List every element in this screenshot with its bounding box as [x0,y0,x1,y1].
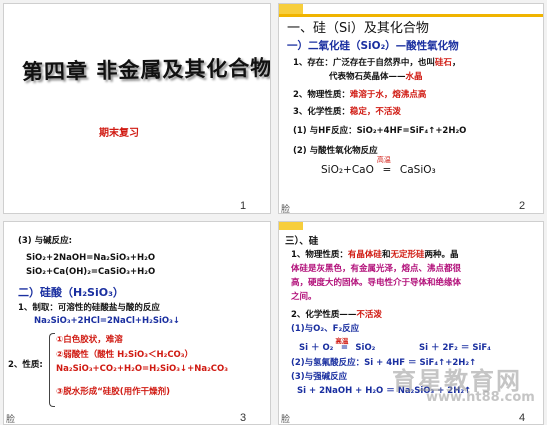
slide3-brace [49,333,55,407]
slide4-line-9: (3)与强碱反应 [291,372,348,382]
slide2-line-2: 2、物理性质：难溶于水，熔沸点高 [293,90,427,100]
slide4-notes-icon[interactable]: 脸 [281,412,290,424]
slide2-equation-condition: 高温 [376,156,391,164]
slide2-line-4: (1) 与HF反应：SiO₂+4HF=SiF₄↑+2H₂O [293,126,467,136]
slide2-line-3: 3、化学性质：稳定，不活泼 [293,107,401,117]
slide4-line-3: 高，硬度大的固体。导电性介于导体和绝缘体 [291,278,462,288]
slide3-line-2: SiO₂+2NaOH=Na₂SiO₃+H₂O [26,253,156,263]
slide4-line-7c: Si ＋ 2F₂ ＝ SiF₄ [419,343,491,353]
slide3-property-4: ③脱水形成“硅胶(用作干燥剂) [56,387,171,397]
slide3-line-1: (3) 与碱反应: [18,236,73,246]
slide1-title: 第四章 非金属及其化合物 [21,55,271,85]
slide4-equation-condition: 高温 [335,337,349,345]
slide3-line-4: 1、制取：可溶性的硅酸盐与酸的反应 [18,303,160,313]
slide3-notes-icon[interactable]: 脸 [6,412,15,424]
slide-thumbnail-1[interactable]: 第四章 非金属及其化合物 期末复习 1 [3,3,271,214]
slide3-property-3: Na₂SiO₃+CO₂+H₂O=H₂SiO₃↓+Na₂CO₃ [56,364,228,374]
slide4-line-6: (1)与O₂、F₂反应 [291,324,360,334]
slide1-page-number: 1 [240,200,247,212]
slide4-header-tab [279,222,303,230]
watermark-url: www.ht88.com [426,390,535,405]
slide2-page-number: 2 [519,200,526,212]
slide3-property-2: ②弱酸性（酸性 H₂SiO₃＜H₂CO₃） [56,350,194,360]
slide2-line-1b: 代表物石英晶体——水晶 [329,72,423,82]
slide4-line-5: 2、化学性质——不活泼 [291,310,382,320]
slide3-line-5: Na₂SiO₃+2HCl=2NaCl+H₂SiO₃↓ [34,316,180,326]
slide2-equation: SiO₂+CaO 高温 = CaSiO₃ [321,156,436,176]
slide2-line-1a: 1、存在：广泛存在于自然界中，也叫硅石， [293,58,461,68]
slide3-property-1: ①白色胶状，难溶 [56,335,123,345]
slide4-line-1: 1、物理性质：有晶体硅和无定形硅两种。晶 [291,250,459,260]
slide3-heading: 二）硅酸（H₂SiO₃） [18,286,124,299]
slide3-page-number: 3 [240,412,247,424]
slide4-heading: 三）、硅 [285,236,319,247]
slide3-property-label: 2、性质: [8,360,43,370]
slide-thumbnail-3[interactable]: (3) 与碱反应: SiO₂+2NaOH=Na₂SiO₃+H₂O SiO₂+Ca… [3,221,271,425]
slide4-line-7a: Si ＋ O₂ 高温 = SiO₂ [299,337,376,353]
slide2-subheading: 一）二氧化硅（SiO₂）—酸性氧化物 [287,40,459,52]
slide2-notes-icon[interactable]: 脸 [281,202,290,213]
slide4-page-number: 4 [519,412,526,424]
slide2-header-tab [279,4,303,14]
slide1-subtitle: 期末复习 [99,128,139,139]
slide2-heading: 一、硅（Si）及其化合物 [287,21,429,36]
slide4-line-4: 之间。 [291,292,317,302]
slide4-line-2: 体硅是灰黑色，有金属光泽，熔点、沸点都很 [291,264,462,274]
slide2-line-5: (2) 与酸性氧化物反应 [293,146,378,156]
slide-thumbnail-2[interactable]: 一、硅（Si）及其化合物 一）二氧化硅（SiO₂）—酸性氧化物 1、存在：广泛存… [278,3,544,214]
slide3-line-3: SiO₂+Ca(OH)₂=CaSiO₃+H₂O [26,267,156,277]
